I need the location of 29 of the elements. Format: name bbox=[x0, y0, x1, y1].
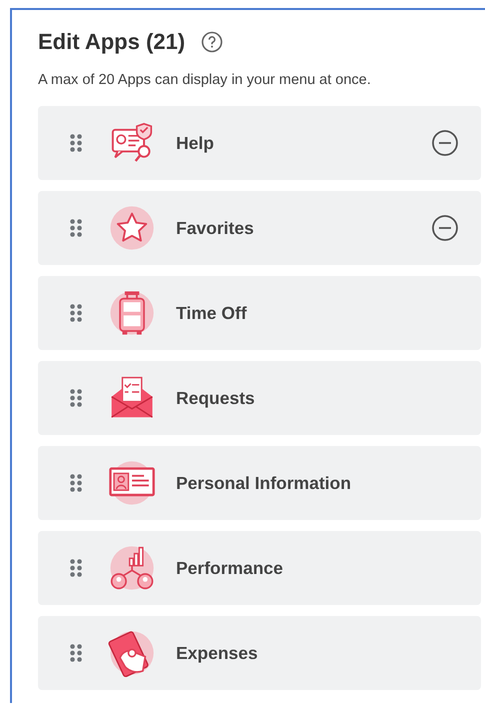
help-icon[interactable] bbox=[201, 31, 224, 53]
page-title: Edit Apps (21) bbox=[38, 29, 186, 55]
app-row[interactable]: Time Off bbox=[38, 276, 481, 350]
drag-handle-icon[interactable] bbox=[70, 389, 82, 407]
app-name: Time Off bbox=[176, 302, 248, 324]
app-name: Help bbox=[176, 132, 215, 154]
drag-handle-icon[interactable] bbox=[70, 559, 82, 577]
drag-handle-icon[interactable] bbox=[70, 644, 82, 662]
app-name: Performance bbox=[176, 558, 284, 578]
app-name: Expenses bbox=[176, 642, 259, 664]
app-row[interactable]: Performance bbox=[38, 531, 481, 605]
app-name: Favorites bbox=[176, 218, 255, 238]
app-name: Requests bbox=[176, 388, 256, 408]
app-row[interactable]: Help bbox=[38, 106, 481, 180]
drag-handle-icon[interactable] bbox=[70, 219, 82, 237]
app-row[interactable]: Favorites bbox=[38, 191, 481, 265]
team-chart-icon bbox=[108, 544, 156, 592]
app-row[interactable]: Expenses bbox=[38, 616, 481, 690]
suitcase-icon bbox=[108, 289, 156, 337]
app-name: Personal Information bbox=[176, 472, 352, 494]
app-row[interactable]: Requests bbox=[38, 361, 481, 435]
drag-handle-icon[interactable] bbox=[70, 134, 82, 152]
drag-handle-icon[interactable] bbox=[70, 304, 82, 322]
menu-limit-note: A max of 20 Apps can display in your menu at once. bbox=[38, 72, 372, 88]
remove-icon[interactable] bbox=[431, 214, 459, 242]
id-card-icon bbox=[108, 459, 156, 507]
remove-icon[interactable] bbox=[431, 129, 459, 157]
app-row[interactable]: Personal Information bbox=[38, 446, 481, 520]
drag-handle-icon[interactable] bbox=[70, 474, 82, 492]
